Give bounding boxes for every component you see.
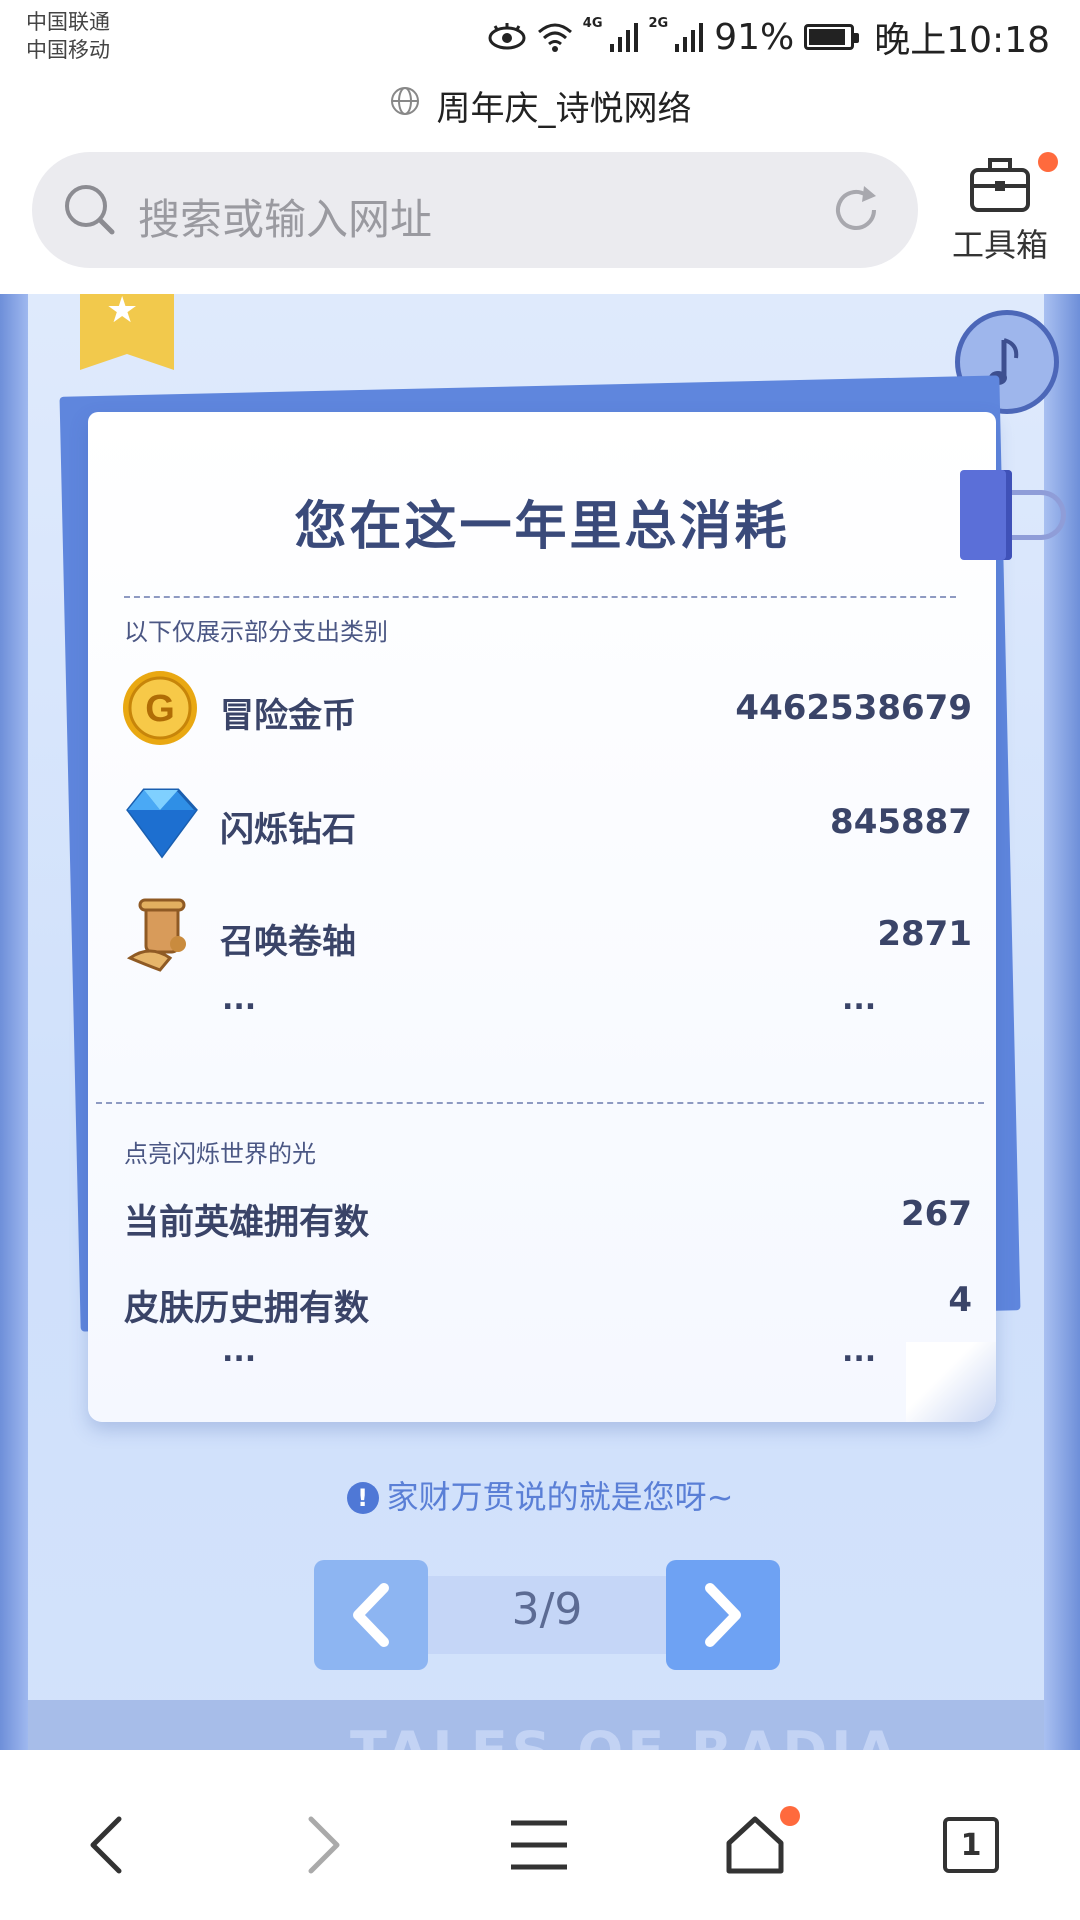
chevron-left-icon — [353, 1583, 389, 1647]
card-title: 您在这一年里总消耗 — [294, 497, 790, 557]
page-curl — [906, 1342, 996, 1422]
pager: 3/9 — [314, 1560, 780, 1670]
home-button[interactable] — [710, 1800, 800, 1890]
refresh-icon[interactable] — [828, 182, 884, 242]
divider-2 — [96, 1102, 984, 1104]
status-icons: 4G 2G 91% 晚上10:18 — [487, 12, 1050, 62]
more-ellipsis: ... — [842, 1334, 877, 1369]
gold-coin-icon: G — [120, 668, 200, 752]
resource-row-gold: G 冒险金币 4462538679 — [120, 668, 972, 748]
hint-text: 家财万贯说的就是您呀~ — [386, 1478, 734, 1516]
toolbox-icon — [970, 158, 1030, 212]
scroll-icon — [120, 894, 200, 978]
carrier-info: 中国联通 中国移动 — [26, 8, 110, 64]
toolbox-label: 工具箱 — [951, 226, 1048, 264]
clock: 晚上10:18 — [874, 20, 1050, 61]
resource-row-diamond: 闪烁钻石 845887 — [120, 782, 972, 862]
section-note-heroes: 点亮闪烁世界的光 — [124, 1140, 316, 1168]
status-bar: 中国联通 中国移动 4G 2G 91% 晚上10:18 — [0, 0, 1080, 80]
search-icon — [62, 182, 118, 242]
frame-left-border — [0, 294, 28, 1750]
menu-icon — [511, 1820, 567, 1870]
resource-value: 4462538679 — [735, 688, 972, 728]
toolbox-button[interactable]: 工具箱 — [940, 152, 1060, 266]
page-title: 周年庆_诗悦网络 — [436, 88, 692, 129]
tab-count: 1 — [943, 1817, 999, 1873]
search-input[interactable]: 搜索或输入网址 — [32, 152, 918, 268]
tabs-button[interactable]: 1 — [926, 1800, 1016, 1890]
next-page-button[interactable] — [666, 1560, 780, 1670]
diamond-icon — [120, 782, 200, 866]
page-title-row[interactable]: 周年庆_诗悦网络 — [0, 80, 1080, 130]
stat-row-heroes: 当前英雄拥有数 267 — [124, 1186, 972, 1246]
bottom-navigation: 1 — [0, 1750, 1080, 1920]
divider-1 — [124, 596, 956, 598]
resource-value: 845887 — [830, 802, 972, 842]
chevron-left-icon — [90, 1816, 122, 1874]
net-4g-label: 4G — [582, 15, 603, 31]
battery-icon — [804, 24, 860, 50]
signal-4g-icon — [609, 22, 639, 52]
net-2g-label: 2G — [648, 15, 669, 31]
carrier-2: 中国移动 — [26, 38, 110, 62]
chevron-right-icon — [308, 1816, 340, 1874]
battery-fill — [809, 29, 846, 45]
game-logo-text: TALES OF RADIA — [350, 1720, 901, 1750]
signal-2g-icon — [674, 22, 704, 52]
stat-value: 267 — [901, 1194, 972, 1234]
home-notification-dot — [780, 1806, 800, 1826]
resource-row-scroll: 召唤卷轴 2871 — [120, 894, 972, 974]
globe-icon — [389, 85, 421, 126]
wifi-icon — [537, 22, 573, 52]
forward-button[interactable] — [278, 1800, 368, 1890]
info-icon: ! — [346, 1482, 379, 1514]
stat-value: 4 — [948, 1280, 972, 1320]
eye-comfort-icon — [487, 23, 527, 51]
back-button[interactable] — [62, 1800, 152, 1890]
more-ellipsis: ... — [222, 982, 257, 1017]
more-ellipsis: ... — [222, 1334, 257, 1369]
stat-row-skins: 皮肤历史拥有数 4 — [124, 1272, 972, 1332]
carrier-1: 中国联通 — [26, 10, 110, 34]
chevron-right-icon — [705, 1583, 741, 1647]
stat-label: 当前英雄拥有数 — [124, 1203, 370, 1243]
resource-value: 2871 — [877, 914, 972, 954]
star-icon: ★ — [106, 294, 139, 331]
page-indicator: 3/9 — [511, 1584, 583, 1635]
section-note-expenses: 以下仅展示部分支出类别 — [124, 618, 388, 646]
battery-percent: 91% — [714, 16, 795, 58]
home-icon — [726, 1816, 784, 1874]
stat-label: 皮肤历史拥有数 — [124, 1289, 370, 1329]
resource-label: 召唤卷轴 — [220, 922, 356, 962]
search-placeholder: 搜索或输入网址 — [138, 195, 433, 244]
resource-label: 闪烁钻石 — [220, 810, 356, 850]
svg-text:G: G — [145, 688, 175, 730]
hint-message: ! 家财万贯说的就是您呀~ — [0, 1472, 1080, 1518]
more-ellipsis: ... — [842, 982, 877, 1017]
game-content: ★ 您在这一年里总消耗 以下仅展示部分支出类别 G 冒险金币 446253867… — [0, 294, 1080, 1750]
prev-page-button[interactable] — [314, 1560, 428, 1670]
resource-label: 冒险金币 — [220, 696, 356, 736]
toolbox-notification-dot — [1038, 152, 1058, 172]
menu-button[interactable] — [494, 1800, 584, 1890]
